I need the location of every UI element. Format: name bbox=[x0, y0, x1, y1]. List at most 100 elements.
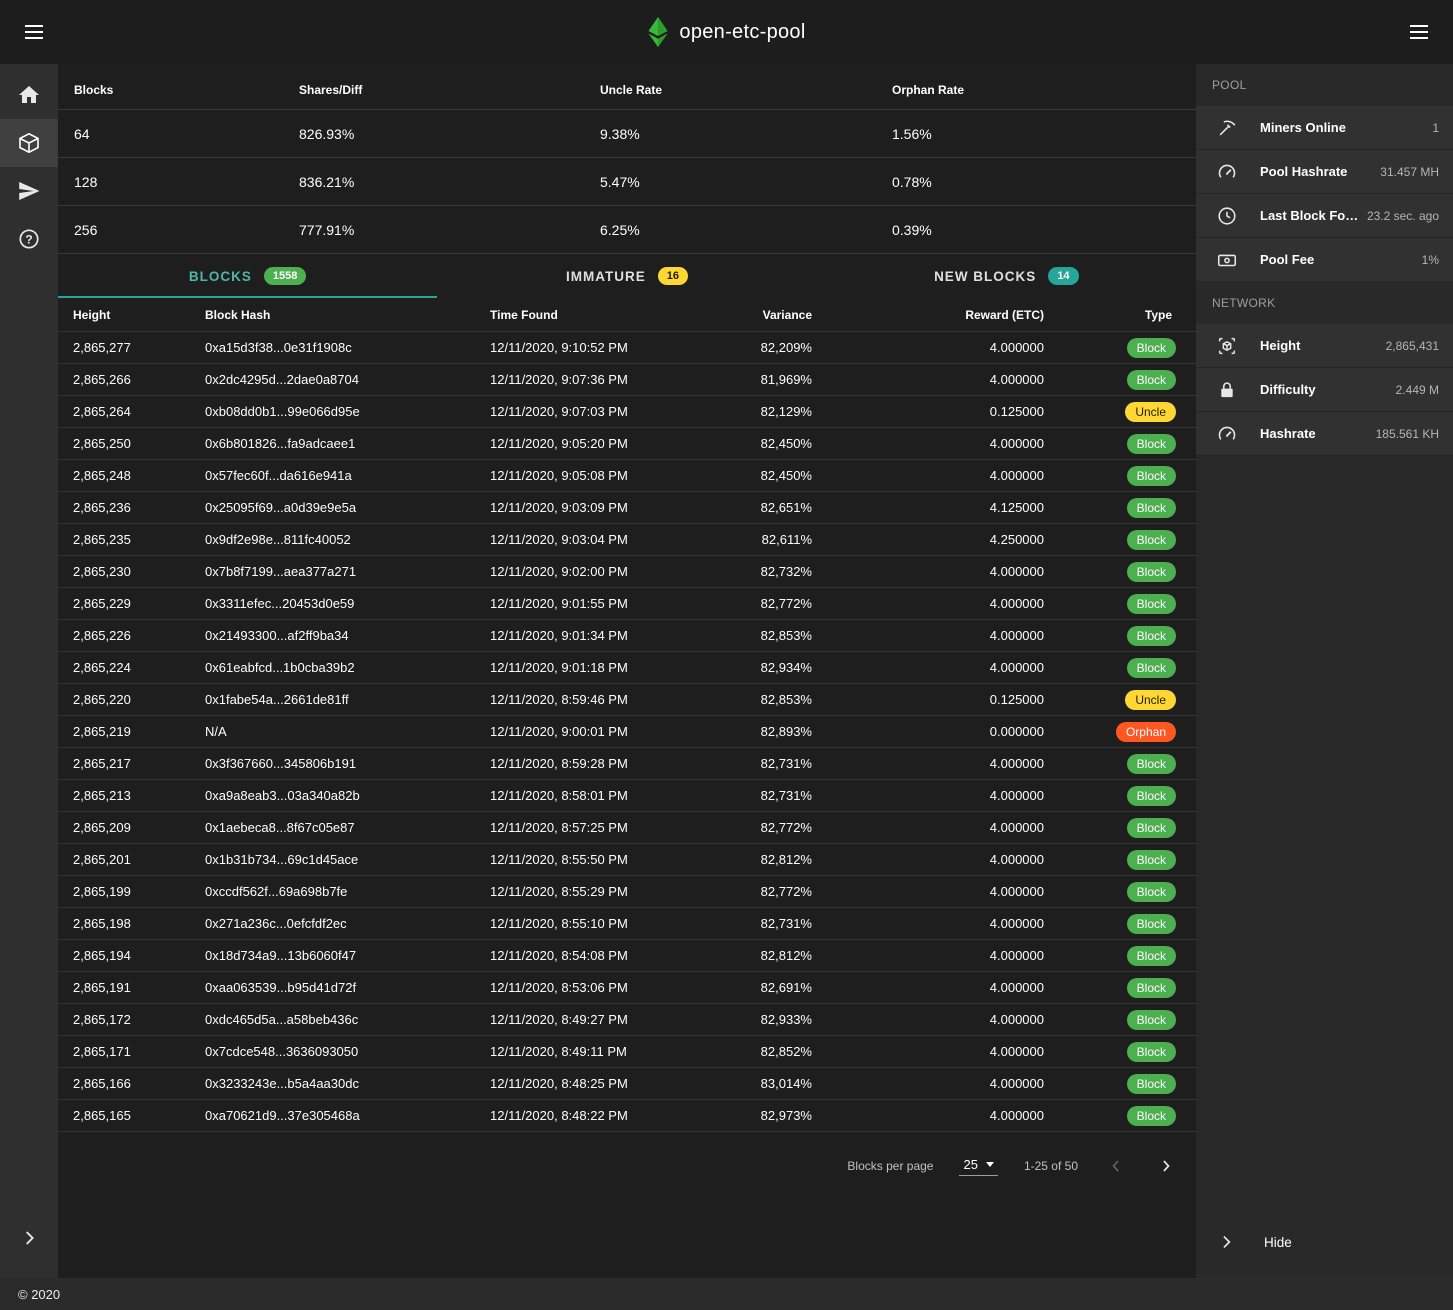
content-shell: ? Blocks Shares/Diff Uncle Rate Orphan R… bbox=[0, 64, 1453, 1278]
table-row: 2,865,217 0x3f367660...345806b191 12/11/… bbox=[58, 748, 1196, 780]
cell-reward: 4.000000 bbox=[812, 1108, 1044, 1123]
cell-height: 2,865,199 bbox=[73, 884, 205, 899]
cell-block-hash: 0x3f367660...345806b191 bbox=[205, 756, 490, 771]
cell-block-hash: 0x57fec60f...da616e941a bbox=[205, 468, 490, 483]
cell-height: 2,865,266 bbox=[73, 372, 205, 387]
rail-expand-button[interactable] bbox=[0, 1214, 58, 1262]
cash-icon bbox=[1216, 249, 1238, 271]
cell-variance: 82,209% bbox=[720, 340, 812, 355]
cell-block-hash: 0x7cdce548...3636093050 bbox=[205, 1044, 490, 1059]
stat-label: Hashrate bbox=[1260, 426, 1316, 441]
cell-height: 2,865,209 bbox=[73, 820, 205, 835]
previous-page-button[interactable] bbox=[1104, 1154, 1128, 1178]
nav-help[interactable]: ? bbox=[0, 215, 58, 263]
block-type-badge: Block bbox=[1127, 370, 1176, 390]
help-icon: ? bbox=[17, 227, 41, 251]
cell-reward: 4.000000 bbox=[812, 948, 1044, 963]
cell-block-hash: 0x3233243e...b5a4aa30dc bbox=[205, 1076, 490, 1091]
block-type-badge: Block bbox=[1127, 562, 1176, 582]
stats-cell: 5.47% bbox=[600, 174, 892, 190]
per-page-select[interactable]: 25 bbox=[959, 1157, 997, 1176]
cell-height: 2,865,165 bbox=[73, 1108, 205, 1123]
cell-height: 2,865,277 bbox=[73, 340, 205, 355]
block-type-badge: Uncle bbox=[1125, 690, 1176, 710]
cell-variance: 82,772% bbox=[720, 820, 812, 835]
cell-time-found: 12/11/2020, 9:02:00 PM bbox=[490, 564, 720, 579]
table-row: 2,865,277 0xa15d3f38...0e31f1908c 12/11/… bbox=[58, 332, 1196, 364]
hide-panel-button[interactable]: Hide bbox=[1196, 1218, 1453, 1266]
cell-type: Block bbox=[1044, 594, 1196, 614]
cell-block-hash: 0xa70621d9...37e305468a bbox=[205, 1108, 490, 1123]
block-type-badge: Block bbox=[1127, 658, 1176, 678]
cell-type: Block bbox=[1044, 370, 1196, 390]
cell-height: 2,865,235 bbox=[73, 532, 205, 547]
table-row: 2,865,194 0x18d734a9...13b6060f47 12/11/… bbox=[58, 940, 1196, 972]
stats-cell: 256 bbox=[74, 222, 299, 238]
stats-col-blocks: Blocks bbox=[74, 83, 299, 97]
cell-reward: 0.125000 bbox=[812, 692, 1044, 707]
cell-block-hash: 0xa15d3f38...0e31f1908c bbox=[205, 340, 490, 355]
table-row: 2,865,248 0x57fec60f...da616e941a 12/11/… bbox=[58, 460, 1196, 492]
right-menu-button[interactable] bbox=[1399, 12, 1439, 52]
stats-cell: 0.39% bbox=[892, 222, 1196, 238]
tab-immature[interactable]: IMMATURE 16 bbox=[437, 254, 816, 298]
cell-time-found: 12/11/2020, 9:01:55 PM bbox=[490, 596, 720, 611]
cell-type: Block bbox=[1044, 338, 1196, 358]
nav-home[interactable] bbox=[0, 71, 58, 119]
stat-label: Height bbox=[1260, 338, 1300, 353]
block-type-badge: Block bbox=[1127, 1074, 1176, 1094]
cell-type: Block bbox=[1044, 1106, 1196, 1126]
stats-table: Blocks Shares/Diff Uncle Rate Orphan Rat… bbox=[58, 64, 1196, 254]
cell-type: Block bbox=[1044, 562, 1196, 582]
cell-time-found: 12/11/2020, 9:10:52 PM bbox=[490, 340, 720, 355]
main-content: Blocks Shares/Diff Uncle Rate Orphan Rat… bbox=[58, 64, 1196, 1278]
cell-block-hash: 0x21493300...af2ff9ba34 bbox=[205, 628, 490, 643]
tab-new-blocks[interactable]: NEW BLOCKS 14 bbox=[817, 254, 1196, 298]
stat-value: 23.2 sec. ago bbox=[1367, 209, 1439, 223]
cell-type: Block bbox=[1044, 1042, 1196, 1062]
cell-type: Block bbox=[1044, 914, 1196, 934]
cell-type: Block bbox=[1044, 850, 1196, 870]
cell-time-found: 12/11/2020, 9:00:01 PM bbox=[490, 724, 720, 739]
home-icon bbox=[17, 83, 41, 107]
table-row: 2,865,191 0xaa063539...b95d41d72f 12/11/… bbox=[58, 972, 1196, 1004]
block-type-badge: Block bbox=[1127, 594, 1176, 614]
cell-reward: 0.125000 bbox=[812, 404, 1044, 419]
tab-blocks[interactable]: BLOCKS 1558 bbox=[58, 254, 437, 298]
blocks-per-page-label: Blocks per page bbox=[847, 1159, 933, 1173]
cell-block-hash: 0x1aebeca8...8f67c05e87 bbox=[205, 820, 490, 835]
cell-time-found: 12/11/2020, 9:05:08 PM bbox=[490, 468, 720, 483]
col-type: Type bbox=[1044, 308, 1196, 322]
tab-label: IMMATURE bbox=[566, 269, 646, 284]
cell-height: 2,865,229 bbox=[73, 596, 205, 611]
stat-value: 185.561 KH bbox=[1376, 427, 1439, 441]
stats-cell: 6.25% bbox=[600, 222, 892, 238]
block-type-badge: Block bbox=[1127, 434, 1176, 454]
cell-type: Block bbox=[1044, 1074, 1196, 1094]
cell-variance: 82,933% bbox=[720, 1012, 812, 1027]
block-type-badge: Block bbox=[1127, 466, 1176, 486]
stat-label: Difficulty bbox=[1260, 382, 1316, 397]
cell-block-hash: 0x7b8f7199...aea377a271 bbox=[205, 564, 490, 579]
cell-type: Block bbox=[1044, 786, 1196, 806]
cell-time-found: 12/11/2020, 8:49:11 PM bbox=[490, 1044, 720, 1059]
pool-section-title: POOL bbox=[1196, 64, 1453, 106]
cell-height: 2,865,166 bbox=[73, 1076, 205, 1091]
gauge-icon bbox=[1216, 161, 1238, 183]
next-page-button[interactable] bbox=[1154, 1154, 1178, 1178]
nav-blocks[interactable] bbox=[0, 119, 58, 167]
chevron-right-icon bbox=[18, 1227, 40, 1249]
block-type-badge: Block bbox=[1127, 786, 1176, 806]
col-time: Time Found bbox=[490, 308, 720, 322]
hide-label: Hide bbox=[1264, 1235, 1292, 1250]
cell-height: 2,865,219 bbox=[73, 724, 205, 739]
nav-payments[interactable] bbox=[0, 167, 58, 215]
app-title: open-etc-pool bbox=[679, 21, 805, 44]
pool-hashrate-item: Pool Hashrate 31.457 MH bbox=[1196, 150, 1453, 194]
stats-cell: 1.56% bbox=[892, 126, 1196, 142]
table-row: 2,865,171 0x7cdce548...3636093050 12/11/… bbox=[58, 1036, 1196, 1068]
immature-count-badge: 16 bbox=[658, 267, 688, 285]
table-row: 2,865,166 0x3233243e...b5a4aa30dc 12/11/… bbox=[58, 1068, 1196, 1100]
table-row: 2,865,199 0xccdf562f...69a698b7fe 12/11/… bbox=[58, 876, 1196, 908]
left-menu-button[interactable] bbox=[14, 12, 54, 52]
